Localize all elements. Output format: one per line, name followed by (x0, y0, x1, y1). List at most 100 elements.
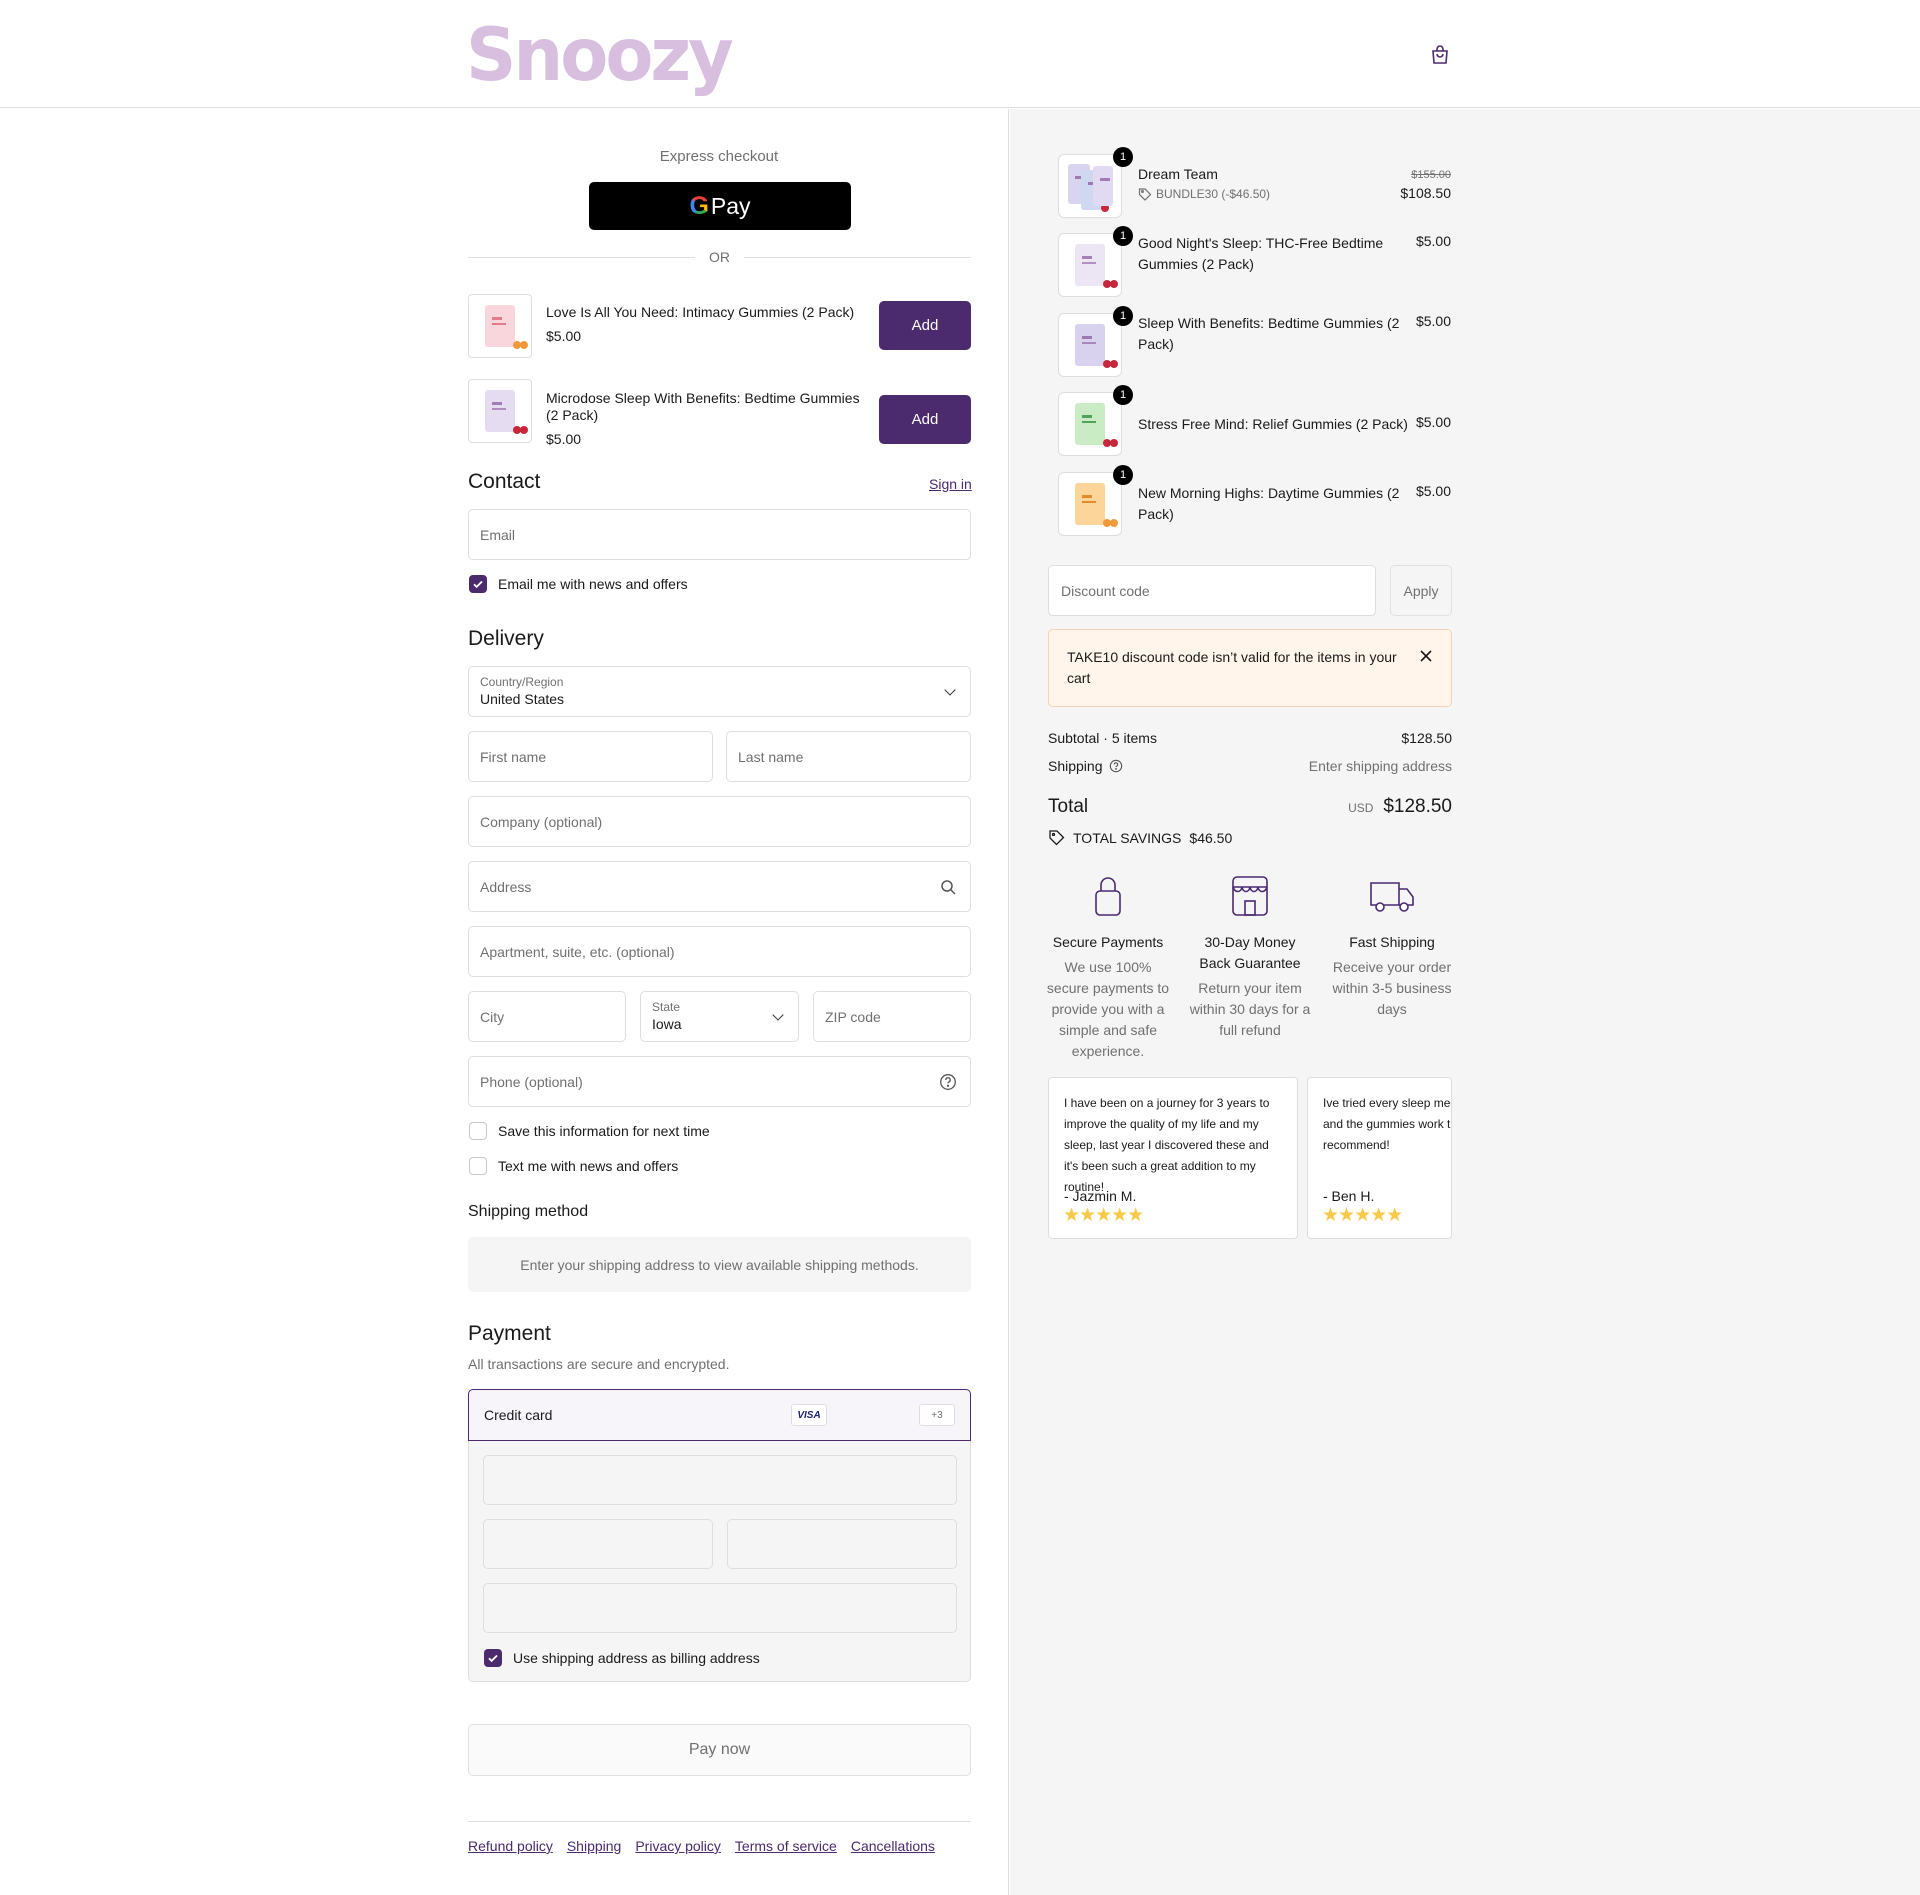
state-value: Iowa (652, 1016, 682, 1032)
card-number-field[interactable] (483, 1455, 957, 1505)
credit-card-label: Credit card (484, 1407, 553, 1423)
trust-badge: 30-Day Money Back Guarantee Return your … (1188, 873, 1312, 1041)
help-circle-icon[interactable] (939, 1073, 957, 1091)
item-name: Sleep With Benefits: Bedtime Gummies (2 … (1138, 315, 1400, 352)
shopping-bag-icon[interactable] (1428, 43, 1452, 67)
apartment-placeholder: Apartment, suite, etc. (optional) (480, 944, 675, 960)
more-brands-badge[interactable]: +3 (919, 1404, 955, 1426)
review-card: Ive tried every sleep med under the sun … (1307, 1077, 1452, 1239)
trust-badge: Fast Shipping Receive your order within … (1330, 873, 1454, 1020)
close-icon[interactable] (1418, 648, 1434, 664)
gpay-label: Pay (710, 192, 751, 219)
tag-icon (1049, 830, 1065, 846)
email-placeholder: Email (480, 527, 516, 543)
email-field[interactable]: Email (468, 509, 971, 560)
storefront-icon (1232, 876, 1268, 916)
shipping-value: Enter shipping address (1308, 758, 1452, 774)
upsell-price: $5.00 (546, 328, 582, 344)
phone-field[interactable]: Phone (optional) (468, 1056, 971, 1107)
discount-code-field[interactable]: Discount code (1048, 565, 1376, 616)
name-on-card-field[interactable] (483, 1583, 957, 1633)
discount-error-text: TAKE10 discount code isn’t valid for the… (1067, 649, 1397, 686)
item-price: $5.00 (1415, 313, 1451, 329)
review-text: I have been on a journey for 3 years to … (1064, 1096, 1270, 1194)
add-upsell-button[interactable]: Add (879, 301, 971, 350)
privacy-policy-link[interactable]: Privacy policy (635, 1838, 721, 1854)
city-field[interactable]: City (468, 991, 626, 1042)
company-field[interactable]: Company (optional) (468, 796, 971, 847)
state-select[interactable]: State Iowa (640, 991, 799, 1042)
first-name-field[interactable]: First name (468, 731, 713, 782)
review-author: - Jazmin M. (1064, 1188, 1137, 1204)
save-info-checkbox[interactable]: Save this information for next time (469, 1122, 710, 1140)
original-price: $155.00 (1411, 169, 1451, 181)
chevron-down-icon (944, 684, 956, 696)
refund-policy-link[interactable]: Refund policy (468, 1838, 553, 1854)
sign-in-link[interactable]: Sign in (929, 476, 972, 492)
item-price: $5.00 (1415, 233, 1451, 249)
email-news-checkbox[interactable]: Email me with news and offers (469, 575, 688, 593)
subtotal-value: $128.50 (1401, 730, 1452, 746)
shipping-label: Shipping (1048, 758, 1103, 774)
order-line-item: 1 New Morning Highs: Daytime Gummies (2 … (1048, 465, 1451, 538)
add-upsell-button[interactable]: Add (879, 395, 971, 444)
savings-label: TOTAL SAVINGS (1073, 829, 1182, 846)
terms-of-service-link[interactable]: Terms of service (735, 1838, 837, 1854)
security-code-field[interactable] (727, 1519, 957, 1569)
shipping-method-heading: Shipping method (468, 1203, 589, 1220)
quantity-badge: 1 (1113, 465, 1133, 485)
total-label: Total (1048, 796, 1089, 817)
country-select[interactable]: Country/Region United States (468, 666, 971, 717)
first-name-placeholder: First name (480, 749, 547, 765)
quantity-badge: 1 (1113, 306, 1133, 326)
last-name-field[interactable]: Last name (726, 731, 971, 782)
item-name: New Morning Highs: Daytime Gummies (2 Pa… (1138, 485, 1400, 522)
help-circle-icon[interactable] (1109, 759, 1123, 773)
apply-discount-button[interactable]: Apply (1390, 565, 1452, 616)
shipping-row: Shipping Enter shipping address (1048, 758, 1452, 774)
apartment-field[interactable]: Apartment, suite, etc. (optional) (468, 926, 971, 977)
checkbox-checked-icon (484, 1649, 502, 1667)
google-pay-button[interactable]: G Pay (589, 182, 851, 230)
item-price: $5.00 (1415, 414, 1451, 430)
checkbox-label: Email me with news and offers (498, 576, 688, 592)
order-line-item: 1 Dream Team BUNDLE30 (-$46.50) $155.00 … (1048, 147, 1451, 220)
country-label: Country/Region (480, 675, 564, 689)
credit-card-option[interactable]: Credit card VISA +3 (468, 1389, 971, 1441)
badge-title: Fast Shipping (1349, 934, 1435, 950)
last-name-placeholder: Last name (738, 749, 804, 765)
total-savings: TOTAL SAVINGS $46.50 (1048, 829, 1232, 846)
subtotal-row: Subtotal · 5 items $128.50 (1048, 730, 1452, 746)
payment-subtitle: All transactions are secure and encrypte… (468, 1356, 730, 1372)
product-thumbnail (1058, 154, 1122, 218)
expiration-field[interactable] (483, 1519, 713, 1569)
discount-tag: BUNDLE30 (-$46.50) (1138, 187, 1270, 201)
cancellations-link[interactable]: Cancellations (851, 1838, 935, 1854)
badge-description: Receive your order within 3-5 business d… (1332, 959, 1452, 1017)
billing-address-checkbox[interactable]: Use shipping address as billing address (484, 1649, 760, 1667)
checkbox-unchecked-icon (469, 1122, 487, 1140)
item-name: Dream Team (1138, 166, 1218, 182)
review-card: I have been on a journey for 3 years to … (1048, 1077, 1298, 1239)
savings-value: $46.50 (1189, 829, 1233, 846)
product-thumbnail (1058, 313, 1122, 377)
zip-field[interactable]: ZIP code (813, 991, 971, 1042)
or-text: OR (709, 249, 730, 265)
phone-placeholder: Phone (optional) (480, 1074, 583, 1090)
upsell-title: Microdose Sleep With Benefits: Bedtime G… (546, 390, 860, 423)
brand-logo[interactable]: Snoozy (466, 12, 734, 98)
state-label: State (652, 1000, 681, 1014)
order-summary-column: 1 Dream Team BUNDLE30 (-$46.50) $155.00 … (1010, 109, 1920, 1895)
contact-heading: Contact (468, 470, 541, 493)
total-row: Total USD $128.50 (1048, 796, 1452, 818)
tag-icon (1138, 188, 1152, 201)
order-line-item: 1 Good Night's Sleep: THC-Free Bedtime G… (1048, 226, 1451, 299)
upsell-item: Microdose Sleep With Benefits: Bedtime G… (468, 379, 971, 447)
shipping-policy-link[interactable]: Shipping (567, 1838, 622, 1854)
pay-now-button[interactable]: Pay now (468, 1724, 971, 1776)
order-line-item: 1 Stress Free Mind: Relief Gummies (2 Pa… (1048, 385, 1451, 458)
address-field[interactable]: Address (468, 861, 971, 912)
checkbox-unchecked-icon (469, 1157, 487, 1175)
text-me-checkbox[interactable]: Text me with news and offers (469, 1157, 678, 1175)
city-placeholder: City (480, 1009, 505, 1025)
